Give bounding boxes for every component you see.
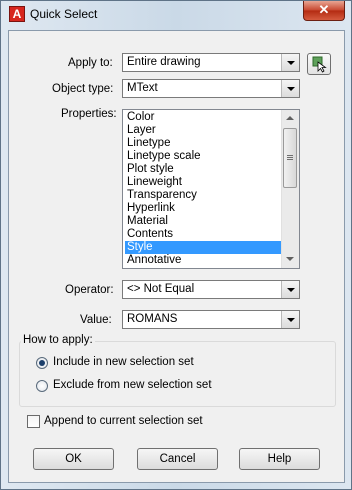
properties-listbox[interactable]: Color Layer Linetype Linetype scale Plot sty… [122,109,300,269]
help-button[interactable]: Help [239,448,320,470]
operator-combo[interactable]: <> Not Equal [122,280,300,299]
property-item[interactable]: Plot style [125,163,282,176]
apply-to-label: Apply to: [68,57,113,69]
chevron-down-icon[interactable] [281,311,299,328]
window-title: Quick Select [30,7,98,21]
chevron-down-icon[interactable] [281,54,299,71]
close-button[interactable]: ✕ [303,1,345,21]
autocad-icon: A [9,6,25,22]
include-label[interactable]: Include in new selection set [53,356,194,368]
operator-value: <> Not Equal [127,283,195,295]
property-item[interactable]: Hyperlink [125,202,282,215]
apply-to-value: Entire drawing [127,56,201,68]
property-item[interactable]: Transparency [125,189,282,202]
cancel-button[interactable]: Cancel [137,448,218,470]
chevron-down-icon[interactable] [281,281,299,298]
apply-to-combo[interactable]: Entire drawing [122,53,300,72]
title-bar[interactable]: A Quick Select ✕ [1,1,351,30]
quick-select-dialog: A Quick Select ✕ Apply to: Entire drawin… [0,0,352,490]
scroll-thumb[interactable] [283,128,297,188]
exclude-radio[interactable] [36,380,48,392]
properties-label: Properties: [61,108,117,120]
property-item[interactable]: Linetype [125,137,282,150]
dialog-body: Apply to: Entire drawing Object type: MT… [8,30,345,483]
properties-scrollbar[interactable] [281,110,299,268]
property-item[interactable]: Material [125,215,282,228]
value-value: ROMANS [127,313,178,325]
object-type-label: Object type: [52,83,114,95]
property-item[interactable]: Linetype scale [125,150,282,163]
property-item[interactable]: Contents [125,228,282,241]
include-radio[interactable] [36,357,48,369]
property-item[interactable]: Annotative [125,254,282,267]
select-objects-button[interactable] [307,53,331,75]
value-combo[interactable]: ROMANS [122,310,300,329]
how-to-apply-group [19,341,336,407]
scroll-down-icon[interactable] [282,251,298,267]
value-label: Value: [80,314,112,326]
scroll-up-icon[interactable] [282,110,298,126]
operator-label: Operator: [65,284,114,296]
property-item[interactable]: Style [125,241,282,254]
ok-button[interactable]: OK [33,448,114,470]
property-item[interactable]: Layer [125,124,282,137]
object-type-value: MText [127,82,158,94]
property-item[interactable]: Color [125,111,282,124]
close-icon: ✕ [318,2,330,17]
append-checkbox[interactable] [27,415,40,428]
property-item[interactable]: Lineweight [125,176,282,189]
exclude-label[interactable]: Exclude from new selection set [53,379,212,391]
object-type-combo[interactable]: MText [122,79,300,98]
chevron-down-icon[interactable] [281,80,299,97]
append-label[interactable]: Append to current selection set [44,415,203,427]
how-to-apply-label: How to apply: [21,334,95,346]
select-objects-icon [312,56,327,73]
